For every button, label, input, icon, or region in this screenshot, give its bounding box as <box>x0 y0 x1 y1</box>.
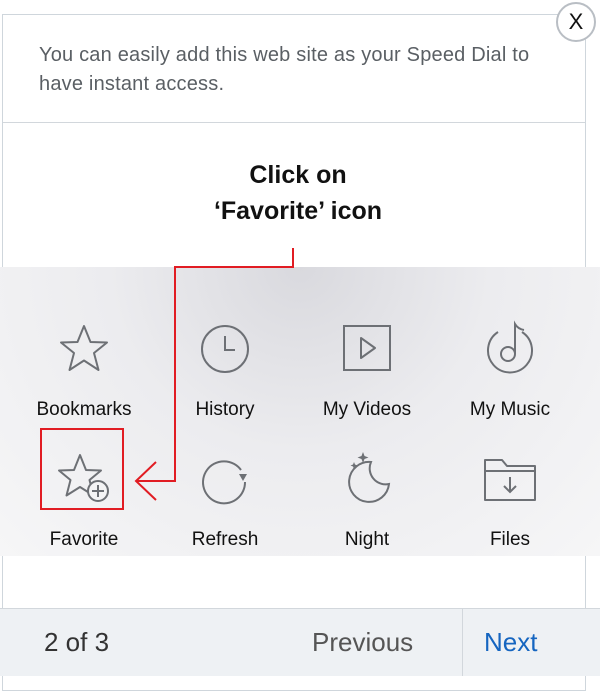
dialog-footer: 2 of 3 Previous Next <box>0 608 600 676</box>
refresh-icon <box>202 460 247 505</box>
favorite-highlight-box <box>40 428 124 510</box>
previous-button[interactable]: Previous <box>312 627 413 658</box>
menu-item-history[interactable]: History <box>155 320 295 422</box>
menu-item-label: Favorite <box>49 529 119 550</box>
star-icon <box>60 325 108 371</box>
menu-item-label: Files <box>489 529 531 550</box>
menu-item-night[interactable]: Night <box>297 450 437 552</box>
instruction-callout: Click on ‘Favorite’ icon <box>160 157 436 229</box>
dialog-message: You can easily add this web site as your… <box>39 44 530 95</box>
menu-item-my-videos[interactable]: My Videos <box>297 320 437 422</box>
page-indicator: 2 of 3 <box>44 627 110 657</box>
video-play-icon <box>343 325 391 371</box>
menu-item-refresh[interactable]: Refresh <box>155 450 295 552</box>
menu-item-bookmarks[interactable]: Bookmarks <box>14 320 154 422</box>
moon-stars-icon <box>348 452 391 503</box>
clock-icon <box>201 325 249 373</box>
close-button[interactable]: X <box>556 2 596 42</box>
menu-item-label: Night <box>344 529 390 550</box>
callout-line-2: ‘Favorite’ icon <box>213 197 383 225</box>
menu-item-my-music[interactable]: My Music <box>440 320 580 422</box>
folder-download-icon <box>484 459 536 501</box>
menu-item-files[interactable]: Files <box>440 450 580 552</box>
callout-line-1: Click on <box>249 161 347 189</box>
menu-item-label: Refresh <box>191 529 259 550</box>
menu-item-label: My Videos <box>322 399 412 420</box>
footer-divider <box>462 609 463 676</box>
header-divider <box>3 122 585 123</box>
menu-item-label: History <box>195 399 255 420</box>
menu-item-label: Bookmarks <box>36 399 132 420</box>
music-disc-icon <box>487 320 533 374</box>
next-button[interactable]: Next <box>484 627 537 658</box>
menu-item-label: My Music <box>469 399 551 420</box>
